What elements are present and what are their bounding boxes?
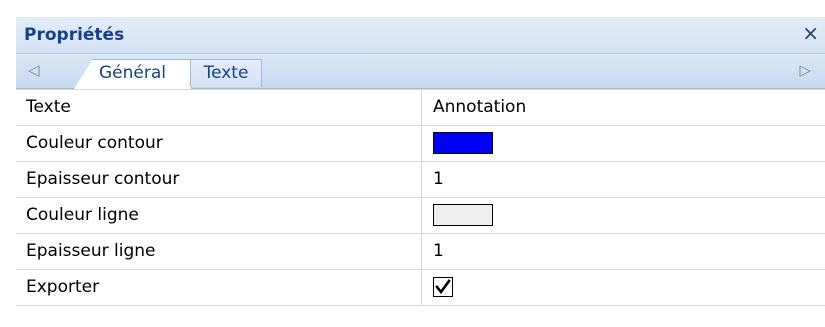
checkmark-icon: [435, 279, 451, 295]
property-value-epaisseur-contour[interactable]: 1: [423, 162, 825, 197]
property-value-exporter[interactable]: [423, 270, 825, 305]
property-name: Couleur contour: [16, 126, 422, 161]
property-name: Exporter: [16, 270, 422, 305]
property-value-epaisseur-ligne[interactable]: 1: [423, 234, 825, 269]
property-name: Couleur ligne: [16, 198, 422, 233]
tab-strip: ◁ Général Texte ▷: [16, 54, 825, 89]
panel-titlebar: Propriétés ×: [16, 17, 825, 54]
property-value-texte[interactable]: Annotation: [423, 90, 825, 125]
close-icon[interactable]: ×: [802, 23, 819, 43]
property-value-couleur-ligne[interactable]: [423, 198, 825, 233]
property-name: Epaisseur contour: [16, 162, 422, 197]
scroll-left-icon[interactable]: ◁: [28, 61, 40, 79]
scroll-right-icon[interactable]: ▷: [799, 61, 811, 79]
property-name: Texte: [16, 90, 422, 125]
property-grid: Texte Annotation Couleur contour Epaisse…: [16, 89, 825, 306]
property-row-epaisseur-contour: Epaisseur contour 1: [16, 162, 825, 198]
properties-panel: Propriétés × ◁ Général Texte ▷ Texte Ann…: [16, 17, 825, 327]
property-row-epaisseur-ligne: Epaisseur ligne 1: [16, 234, 825, 270]
property-value-couleur-contour[interactable]: [423, 126, 825, 161]
color-swatch[interactable]: [433, 132, 493, 154]
property-row-couleur-contour: Couleur contour: [16, 126, 825, 162]
tab-general[interactable]: Général: [74, 59, 192, 89]
property-row-texte: Texte Annotation: [16, 90, 825, 126]
panel-title: Propriétés: [24, 25, 125, 45]
property-row-couleur-ligne: Couleur ligne: [16, 198, 825, 234]
export-checkbox[interactable]: [433, 277, 453, 297]
property-name: Epaisseur ligne: [16, 234, 422, 269]
property-row-exporter: Exporter: [16, 270, 825, 306]
tab-texte[interactable]: Texte: [190, 59, 262, 87]
color-swatch[interactable]: [433, 204, 493, 226]
